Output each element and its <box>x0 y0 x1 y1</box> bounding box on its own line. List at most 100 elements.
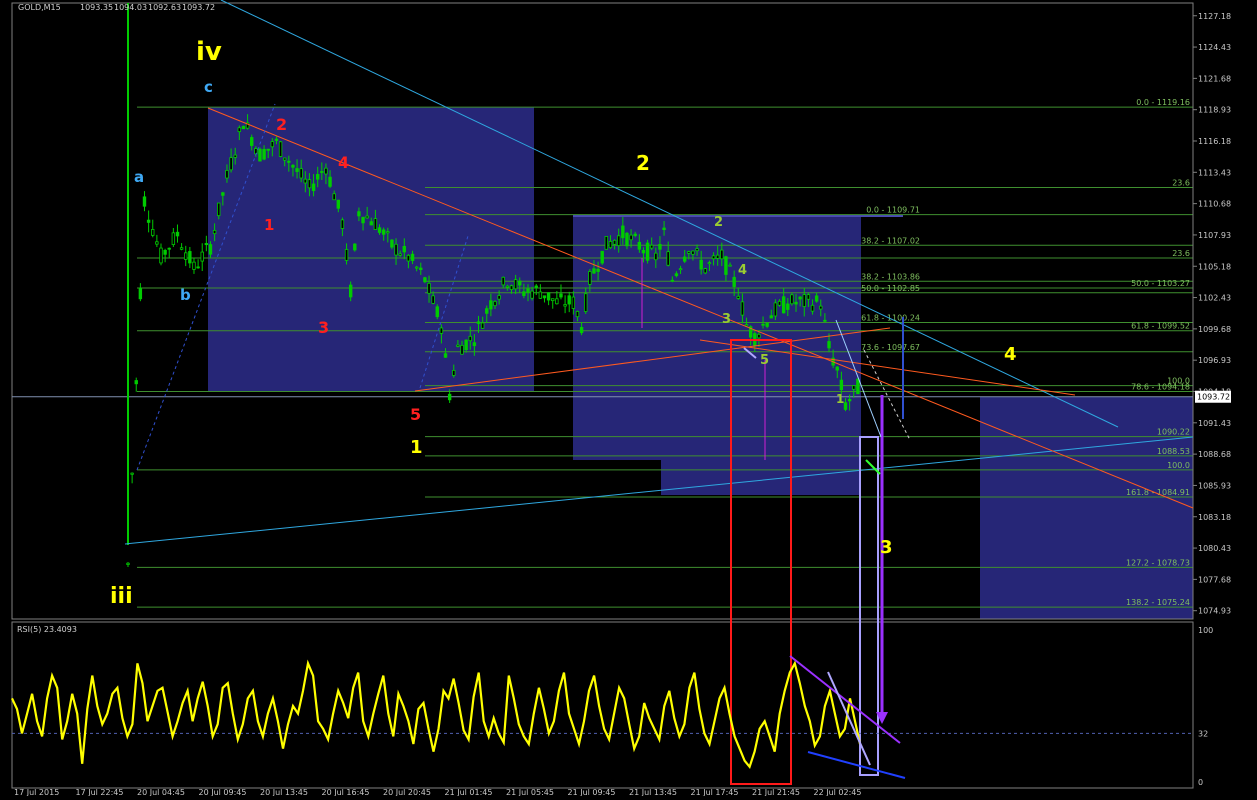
candle-body <box>542 295 547 299</box>
candle-body <box>534 285 538 288</box>
candle-body <box>691 250 695 255</box>
candle-body <box>394 243 398 256</box>
time-label: 21 Jul 17:45 <box>691 788 739 796</box>
price-tick-label: 1102.43 <box>1198 294 1231 303</box>
candle-body <box>592 268 596 274</box>
candle-body <box>303 178 308 184</box>
candle-body <box>588 271 592 285</box>
candle-body <box>369 221 373 226</box>
candle-body <box>513 279 518 290</box>
candle-body <box>744 324 749 327</box>
candle-body <box>266 148 270 151</box>
price-tick-label: 1105.18 <box>1198 262 1231 271</box>
wave-label-6: a <box>134 168 144 186</box>
candle-body <box>629 234 633 241</box>
candle-body <box>278 141 283 157</box>
price-tick-label: 1083.18 <box>1198 513 1231 522</box>
wave-label-1: iii <box>110 584 133 609</box>
candle-body <box>658 244 662 250</box>
candle-body <box>344 249 349 261</box>
candle-body <box>814 295 819 302</box>
zone-top-bar <box>573 215 903 217</box>
candle-body <box>212 229 217 235</box>
candle-body <box>847 399 852 402</box>
candle-body <box>666 251 670 266</box>
fib-label-13: 1090.22 <box>1157 428 1190 437</box>
candle-body <box>612 239 617 245</box>
candle-body <box>353 243 357 251</box>
candle-body <box>348 284 353 298</box>
candle-body <box>423 277 427 283</box>
candle-body <box>497 295 501 300</box>
ohlc-high: 1094.03 <box>114 3 147 12</box>
candle-body <box>765 322 769 327</box>
price-tick-label: 1088.68 <box>1198 450 1231 459</box>
candle-body <box>604 236 609 250</box>
fib-label-9: 61.8 - 1099.52 <box>1131 322 1190 331</box>
time-label: 17 Jul 22:45 <box>76 788 124 796</box>
candle-body <box>777 300 782 306</box>
candle-body <box>377 227 382 233</box>
candle-body <box>773 302 778 317</box>
wave-label-13: 5 <box>410 405 421 424</box>
price-tick-label: 1085.93 <box>1198 481 1231 490</box>
candle-body <box>126 562 130 565</box>
candle-body <box>843 402 848 410</box>
fib-label-2: 0.0 - 1109.71 <box>866 206 920 215</box>
candle-body <box>447 393 452 401</box>
candle-body <box>637 241 642 250</box>
price-tick-label: 1127.18 <box>1198 12 1231 21</box>
candle-body <box>493 301 497 307</box>
candle-body <box>728 264 732 267</box>
candle-body <box>287 160 291 163</box>
time-label: 21 Jul 09:45 <box>568 788 616 796</box>
candle-body <box>505 285 510 288</box>
price-tick-label: 1116.18 <box>1198 137 1231 146</box>
price-tick-label: 1118.93 <box>1198 106 1231 115</box>
candle-body <box>649 244 654 249</box>
price-tick-label: 1077.68 <box>1198 575 1231 584</box>
candle-body <box>806 294 811 300</box>
price-tick-label: 1107.93 <box>1198 231 1231 240</box>
candle-body <box>678 268 683 271</box>
candle-body <box>196 266 200 269</box>
candle-body <box>852 385 856 390</box>
ohlc-close: 1093.72 <box>182 3 215 12</box>
candle-body <box>151 229 155 236</box>
candle-body <box>402 246 406 253</box>
candle-body <box>419 267 423 270</box>
candle-body <box>476 321 481 324</box>
candle-body <box>489 300 493 310</box>
candle-body <box>625 232 629 247</box>
candle-body <box>365 215 369 219</box>
candle-body <box>645 242 650 261</box>
candle-body <box>340 219 345 229</box>
fib-label-8: 61.8 - 1100.24 <box>861 314 920 323</box>
candle-body <box>662 227 666 231</box>
candle-body <box>336 199 341 209</box>
rsi-tick-label: 100 <box>1198 626 1213 635</box>
candle-body <box>241 125 246 130</box>
price-tick-label: 1113.43 <box>1198 168 1231 177</box>
candle-body <box>621 225 625 239</box>
wave-label-17: 4 <box>738 263 747 278</box>
candle-body <box>324 167 328 175</box>
time-label: 21 Jul 05:45 <box>506 788 554 796</box>
wave-label-3: 1 <box>410 437 423 458</box>
chart-canvas: 0.0 - 1119.16 23.6 0.0 - 1109.71 38.2 - 110… <box>0 0 1257 797</box>
candle-body <box>138 287 143 300</box>
time-label: 20 Jul 09:45 <box>199 788 247 796</box>
time-label: 21 Jul 13:45 <box>629 788 677 796</box>
price-tick-label: 1096.93 <box>1198 356 1231 365</box>
candle-body <box>328 176 332 187</box>
candle-body <box>291 164 295 168</box>
candle-body <box>414 266 419 269</box>
candle-body <box>184 252 188 260</box>
rsi-header: RSI(5) 23.4093 <box>17 625 77 634</box>
fib-label-5: 38.2 - 1103.86 <box>861 272 920 281</box>
candle-body <box>802 294 806 307</box>
gold-chart: 0.0 - 1119.16 23.6 0.0 - 1109.71 38.2 - 110… <box>0 0 1257 797</box>
wave-label-5: 3 <box>880 537 893 558</box>
candle-body <box>163 249 167 255</box>
candle-body <box>538 291 543 299</box>
